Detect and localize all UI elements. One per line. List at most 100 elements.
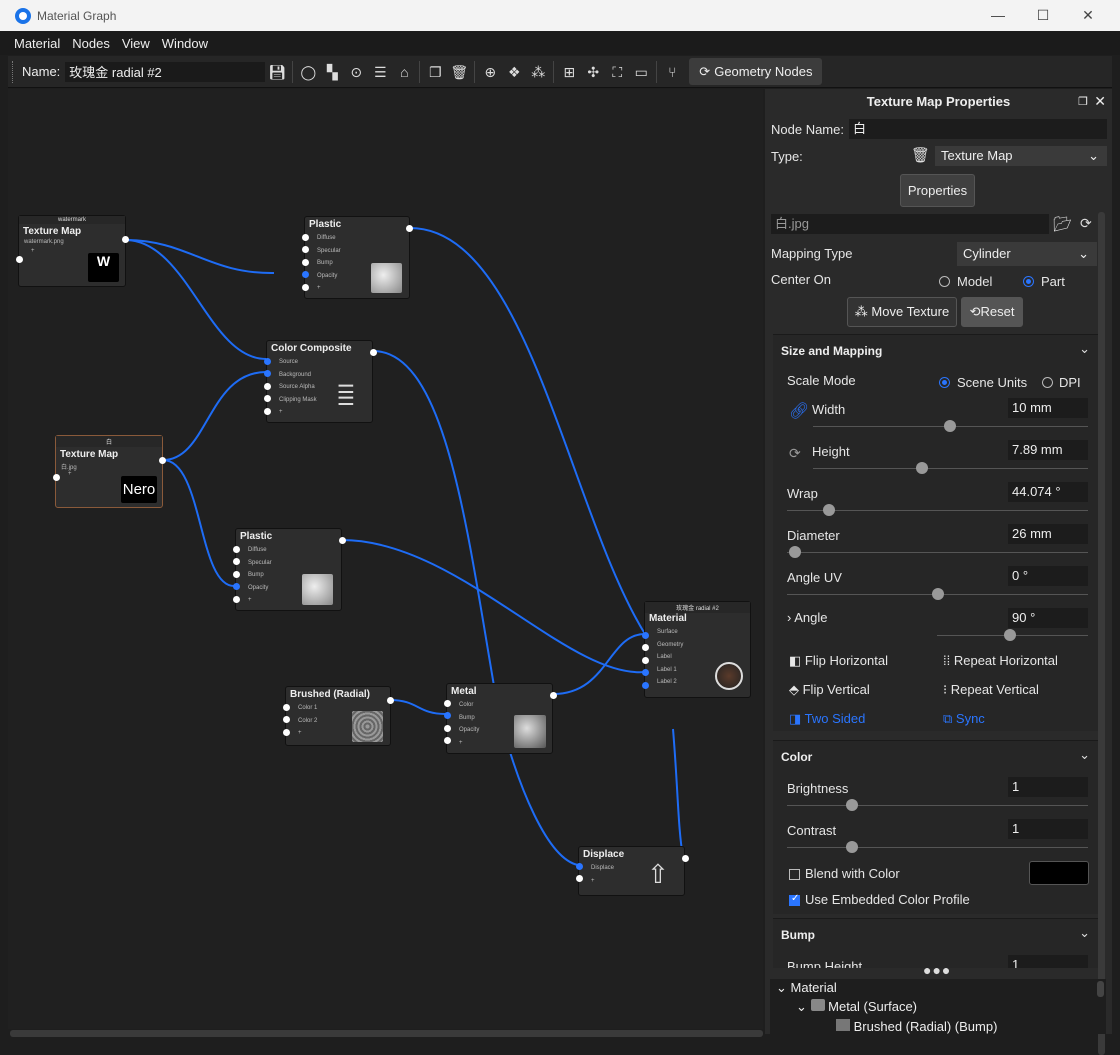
two-sided-button[interactable]: ◨ Two Sided xyxy=(789,711,865,727)
input-port[interactable] xyxy=(283,704,290,711)
input-port[interactable] xyxy=(642,669,649,676)
embedded-profile-checkbox[interactable] xyxy=(789,893,800,906)
output-port[interactable] xyxy=(122,236,129,243)
input-port[interactable] xyxy=(642,682,649,689)
sync-icon[interactable]: ⟳ xyxy=(789,445,801,462)
node-name-field[interactable]: 白 xyxy=(849,119,1107,139)
angle-slider[interactable] xyxy=(937,629,1088,641)
delete-icon[interactable]: 🗑︎ xyxy=(448,61,470,83)
input-port[interactable] xyxy=(302,246,309,253)
input-port[interactable] xyxy=(576,875,583,882)
maximize-button[interactable]: ☐ xyxy=(1028,4,1058,26)
slider-knob[interactable] xyxy=(1004,629,1016,641)
checker-icon[interactable]: ▚ xyxy=(321,61,343,83)
link-icon[interactable]: 🔗︎ xyxy=(789,401,809,421)
plastic-node-1[interactable]: Plastic Diffuse Specular Bump Opacity + xyxy=(302,216,413,299)
file-path-field[interactable]: 白.jpg xyxy=(771,214,1049,234)
brushed-radial-node[interactable]: Brushed (Radial) Color 1 Color 2 + xyxy=(283,686,394,746)
texture-map-node-watermark[interactable]: watermark Texture Map watermark.png + W xyxy=(16,215,129,287)
input-port[interactable] xyxy=(264,383,271,390)
center-part-radio[interactable] xyxy=(1023,276,1034,287)
metal-node[interactable]: Metal Color Bump Opacity + xyxy=(444,683,557,754)
split-icon[interactable]: ⑂ xyxy=(661,61,683,83)
center-model-radio[interactable] xyxy=(939,276,950,287)
dpi-radio[interactable] xyxy=(1042,377,1053,388)
menu-window[interactable]: Window xyxy=(162,36,208,51)
bottle-icon[interactable]: ⌂ xyxy=(393,61,415,83)
output-port[interactable] xyxy=(550,692,557,699)
panel-close-icon[interactable]: ✕ xyxy=(1094,93,1106,110)
add-node-icon[interactable]: ⊕ xyxy=(479,61,501,83)
material-name-input[interactable] xyxy=(65,61,266,82)
angle-uv-field[interactable]: 0 ° xyxy=(1008,566,1088,586)
wrap-slider[interactable] xyxy=(787,504,1088,516)
output-port[interactable] xyxy=(339,537,346,544)
input-port[interactable] xyxy=(264,358,271,365)
input-port[interactable] xyxy=(264,370,271,377)
displace-node[interactable]: Displace Displace + ⇧ xyxy=(576,846,689,896)
output-port[interactable] xyxy=(159,457,166,464)
blend-color-swatch[interactable] xyxy=(1029,861,1089,885)
horizontal-scrollbar[interactable] xyxy=(10,1030,763,1037)
input-port[interactable] xyxy=(233,558,240,565)
repeat-vertical-button[interactable]: ⁝ Repeat Vertical xyxy=(943,682,1039,698)
slider-knob[interactable] xyxy=(823,504,835,516)
node-graph-canvas[interactable]: watermark Texture Map watermark.png + W … xyxy=(8,89,763,1029)
diameter-slider[interactable] xyxy=(787,546,1088,558)
color-composite-node[interactable]: Color Composite Source Background Source… xyxy=(264,340,377,423)
output-port[interactable] xyxy=(387,697,394,704)
move-texture-button[interactable]: ⁂ Move Texture xyxy=(847,297,957,327)
input-port[interactable] xyxy=(233,546,240,553)
slider-knob[interactable] xyxy=(932,588,944,600)
input-port[interactable] xyxy=(302,271,309,278)
tree-item-metal[interactable]: ⌄ Metal (Surface) xyxy=(796,999,917,1015)
slider-knob[interactable] xyxy=(789,546,801,558)
save-icon[interactable]: 💾︎ xyxy=(266,61,288,83)
properties-button[interactable]: Properties xyxy=(900,174,975,207)
slider-knob[interactable] xyxy=(846,799,858,811)
angle-uv-slider[interactable] xyxy=(787,588,1088,600)
angle-expander[interactable]: › Angle xyxy=(787,610,827,625)
chevron-down-icon[interactable]: ⌄ xyxy=(1079,925,1090,941)
wrap-field[interactable]: 44.074 ° xyxy=(1008,482,1088,502)
menu-nodes[interactable]: Nodes xyxy=(72,36,110,51)
close-button[interactable]: ✕ xyxy=(1073,4,1103,26)
input-port[interactable] xyxy=(302,234,309,241)
height-slider[interactable] xyxy=(813,462,1088,474)
texture-map-node-bai[interactable]: 白 Texture Map 白.jpg + Nero xyxy=(53,435,166,508)
mapping-type-select[interactable]: Cylinder ⌄ xyxy=(957,242,1097,266)
flip-horizontal-button[interactable]: ◧ Flip Horizontal xyxy=(789,653,888,669)
trash-icon[interactable]: 🗑︎ xyxy=(911,146,930,164)
panel-scrollbar[interactable] xyxy=(1098,212,1105,1055)
input-port[interactable] xyxy=(444,700,451,707)
sliders-icon[interactable]: ☰ xyxy=(369,61,391,83)
input-port[interactable] xyxy=(444,725,451,732)
slider-knob[interactable] xyxy=(916,462,928,474)
chevron-down-icon[interactable]: ⌄ xyxy=(1079,747,1090,763)
input-port[interactable] xyxy=(16,256,23,263)
input-port[interactable] xyxy=(264,408,271,415)
input-port[interactable] xyxy=(283,716,290,723)
tree-item-brushed[interactable]: Brushed (Radial) (Bump) xyxy=(836,1019,997,1034)
nodes-icon[interactable]: ⁂ xyxy=(527,61,549,83)
size-section-title[interactable]: Size and Mapping xyxy=(781,344,882,358)
diameter-field[interactable]: 26 mm xyxy=(1008,524,1088,544)
menu-material[interactable]: Material xyxy=(14,36,60,51)
fit-icon[interactable]: ⛶ xyxy=(606,61,628,83)
flip-vertical-button[interactable]: ⬘ Flip Vertical xyxy=(789,682,870,698)
output-port[interactable] xyxy=(406,225,413,232)
menu-view[interactable]: View xyxy=(122,36,150,51)
angle-field[interactable]: 90 ° xyxy=(1008,608,1088,628)
sphere-icon[interactable]: ◯ xyxy=(297,61,319,83)
blend-color-checkbox[interactable] xyxy=(789,869,800,880)
layout-icon[interactable]: ⊞ xyxy=(558,61,580,83)
brightness-field[interactable]: 1 xyxy=(1008,777,1088,797)
target-icon[interactable]: ✣ xyxy=(582,61,604,83)
splitter-handle[interactable]: ●●● xyxy=(923,962,951,978)
tree-root-material[interactable]: ⌄ Material xyxy=(776,980,837,996)
input-port[interactable] xyxy=(444,737,451,744)
zoom-100-icon[interactable]: ▭ xyxy=(630,61,652,83)
play-icon[interactable]: ⊙ xyxy=(345,61,367,83)
input-port[interactable] xyxy=(642,644,649,651)
width-slider[interactable] xyxy=(813,420,1088,432)
